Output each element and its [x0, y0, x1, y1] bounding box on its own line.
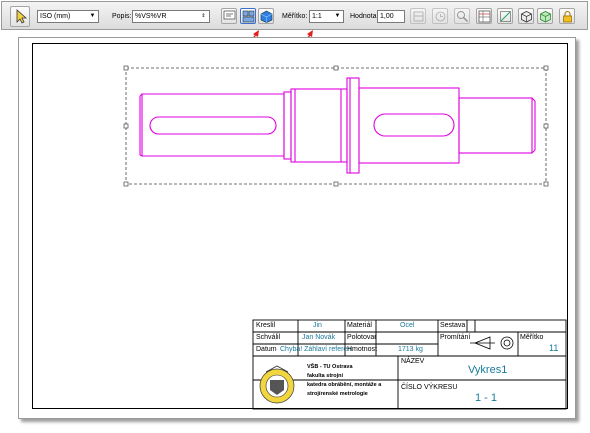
material-label: Materiál — [347, 322, 372, 329]
school-line-3: katedra obrábění, montáže a — [307, 382, 382, 388]
kreslil-label: Kreslil — [256, 322, 276, 329]
datum-value: Chyba! Záhlaví referen — [280, 346, 352, 353]
promitani-label: Promítání — [440, 334, 471, 341]
schvalil-label: Schválil — [256, 334, 281, 341]
meritko-label: Měřítko — [520, 334, 544, 341]
datum-label: Datum — [256, 346, 277, 353]
material-value: Ocel — [400, 322, 415, 329]
cislo-value: 1 - 1 — [475, 392, 498, 404]
hmotnost-value: 1713 kg — [398, 346, 423, 353]
cislo-label: ČÍSLO VÝKRESU — [401, 384, 458, 391]
polotovar-label: Polotovar — [347, 334, 377, 341]
sestava-label: Sestava — [440, 322, 466, 329]
schvalil-value: Jan Novák — [302, 334, 336, 341]
nazev-value: Vykres1 — [468, 364, 508, 376]
projection-symbol — [470, 336, 514, 350]
hmotnost-label: Hmotnost — [347, 346, 377, 353]
meritko-value: 11 — [549, 343, 559, 353]
school-logo — [259, 365, 295, 404]
school-line-4: strojírenské metrologie — [307, 391, 368, 397]
school-line-1: VŠB - TU Ostrava — [307, 364, 353, 370]
school-line-2: fakulta strojní — [307, 373, 344, 379]
kreslil-value: Jin — [313, 322, 322, 329]
nazev-label: NÁZEV — [401, 358, 425, 365]
